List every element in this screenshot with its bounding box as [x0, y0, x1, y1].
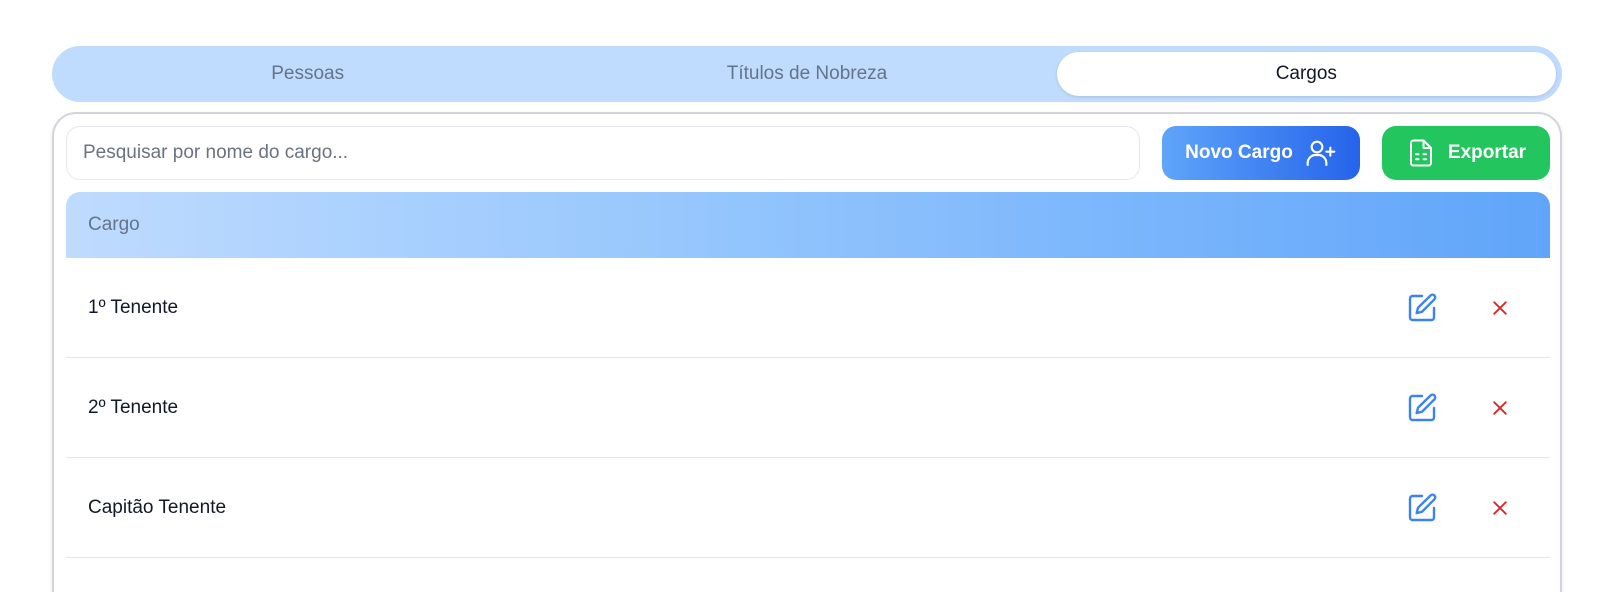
export-label: Exportar — [1447, 142, 1527, 163]
cargo-name: 2º Tenente — [88, 396, 179, 418]
table-row: 1º Tenente — [66, 258, 1550, 358]
delete-icon[interactable] — [1482, 290, 1518, 326]
new-cargo-label: Novo Cargo — [1185, 142, 1293, 163]
column-header-cargo: Cargo — [88, 214, 140, 235]
table-row: Capitão Tenente — [66, 458, 1550, 558]
cargo-name: Capitão Tenente — [88, 496, 227, 518]
new-cargo-button[interactable]: Novo Cargo — [1162, 126, 1360, 180]
spreadsheet-file-icon — [1406, 137, 1436, 169]
export-button[interactable]: Exportar — [1382, 126, 1550, 180]
tab-pessoas[interactable]: Pessoas — [58, 52, 557, 96]
table-row: 2º Tenente — [66, 358, 1550, 458]
tab-titulos-de-nobreza[interactable]: Títulos de Nobreza — [557, 52, 1056, 96]
delete-icon[interactable] — [1482, 490, 1518, 526]
user-plus-icon — [1305, 137, 1337, 169]
delete-icon[interactable] — [1482, 390, 1518, 426]
edit-icon[interactable] — [1404, 490, 1440, 526]
edit-icon[interactable] — [1404, 390, 1440, 426]
table-header: Cargo — [66, 192, 1550, 258]
tab-cargos[interactable]: Cargos — [1056, 52, 1556, 96]
cargo-name: 1º Tenente — [88, 296, 179, 318]
cargos-panel: Novo Cargo Exportar Cargo 1º — [52, 112, 1562, 592]
search-input[interactable] — [66, 126, 1140, 180]
tab-bar: Pessoas Títulos de Nobreza Cargos — [52, 46, 1562, 102]
edit-icon[interactable] — [1404, 290, 1440, 326]
